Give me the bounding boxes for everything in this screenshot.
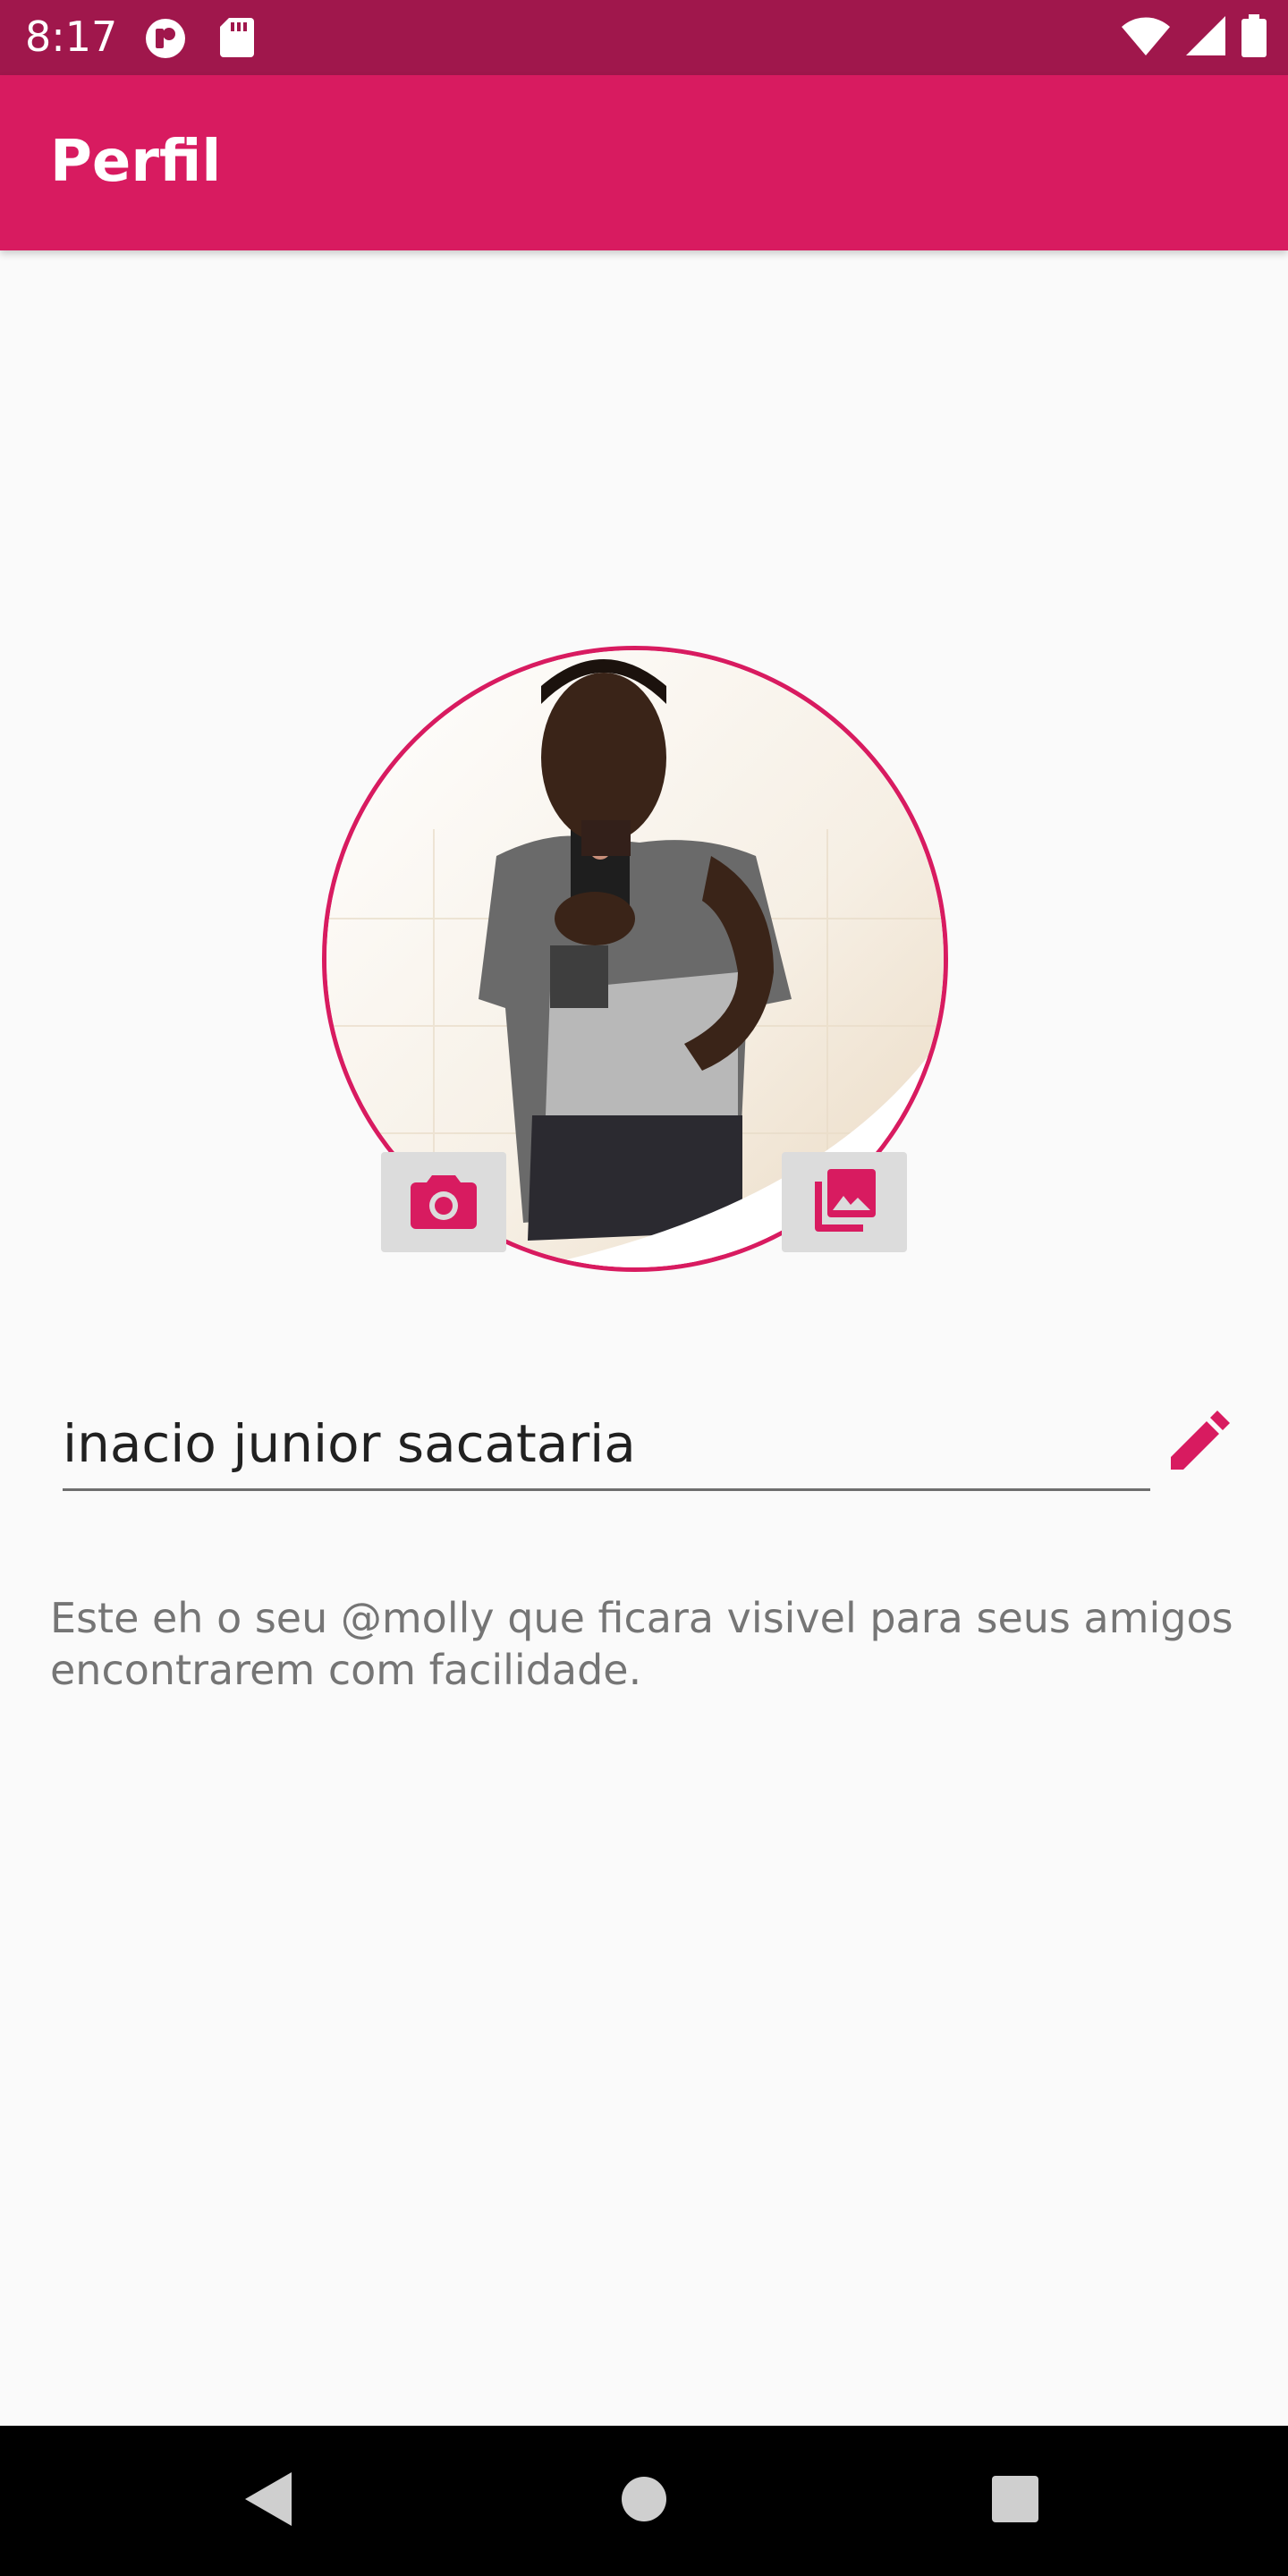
battery-icon: [1241, 14, 1267, 62]
camera-icon: [411, 1172, 477, 1233]
camera-button[interactable]: [381, 1152, 506, 1252]
navigation-bar: [0, 2426, 1288, 2576]
cast-icon: [143, 18, 188, 64]
back-icon: [245, 2471, 292, 2530]
avatar-section: [322, 646, 948, 1272]
home-icon: [622, 2476, 666, 2526]
recents-button[interactable]: [926, 2426, 1105, 2576]
sd-card-icon: [220, 18, 254, 62]
name-value: inacio junior sacataria: [63, 1413, 636, 1474]
username-hint: Este eh o seu @molly que ficara visivel …: [50, 1594, 1233, 1694]
recents-icon: [992, 2475, 1038, 2527]
status-bar: 8:17: [0, 0, 1288, 75]
profile-screen: 8:17 Perfil inacio junior sacataria Este…: [0, 0, 1288, 2576]
gallery-button[interactable]: [782, 1152, 907, 1252]
name-field[interactable]: inacio junior sacataria: [63, 1395, 1150, 1491]
page-title: Perfil: [50, 129, 222, 195]
pencil-icon: [1171, 1410, 1230, 1474]
home-button[interactable]: [555, 2426, 733, 2576]
edit-name-button[interactable]: [1165, 1406, 1236, 1478]
back-button[interactable]: [179, 2426, 358, 2576]
wifi-icon: [1122, 16, 1170, 60]
signal-icon: [1186, 16, 1225, 60]
status-time: 8:17: [25, 13, 118, 61]
gallery-icon: [811, 1167, 877, 1238]
app-bar: Perfil: [0, 75, 1288, 250]
